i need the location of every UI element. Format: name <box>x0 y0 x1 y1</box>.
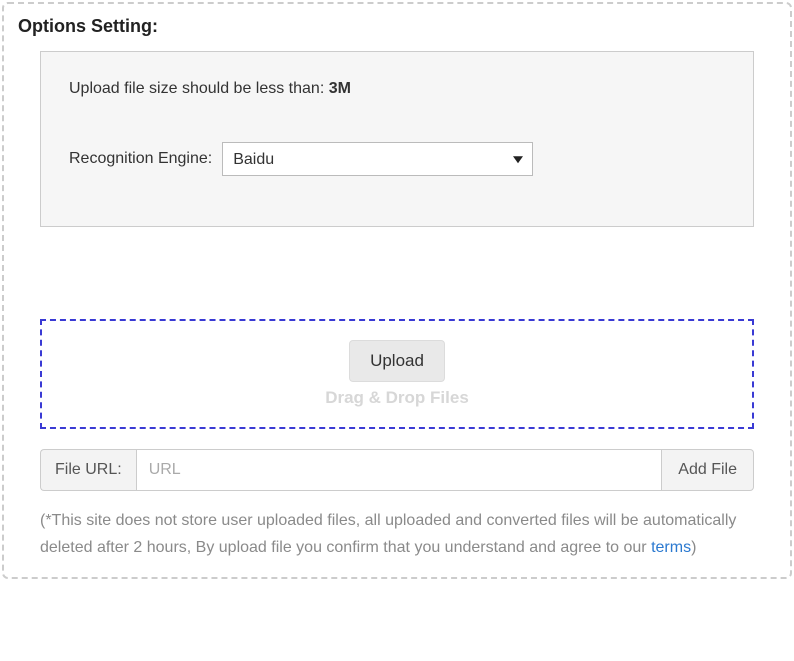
recognition-engine-select[interactable]: Baidu <box>222 142 533 176</box>
disclaimer-after: ) <box>691 539 696 556</box>
disclaimer-before: (*This site does not store user uploaded… <box>40 512 736 556</box>
recognition-engine-select-wrap: Baidu <box>222 142 533 176</box>
recognition-engine-label: Recognition Engine: <box>69 150 212 168</box>
section-title: Options Setting: <box>18 16 776 37</box>
file-url-input[interactable] <box>136 449 663 491</box>
options-panel: Upload file size should be less than: 3M… <box>40 51 754 227</box>
disclaimer-text: (*This site does not store user uploaded… <box>40 507 754 561</box>
recognition-engine-row: Recognition Engine: Baidu <box>69 142 725 176</box>
file-drop-zone[interactable]: Upload Drag & Drop Files <box>40 319 754 429</box>
terms-link[interactable]: terms <box>651 539 691 556</box>
upload-size-note: Upload file size should be less than: 3M <box>69 80 725 98</box>
upload-note-prefix: Upload file size should be less than: <box>69 80 329 97</box>
file-url-label: File URL: <box>40 449 136 491</box>
options-setting-container: Options Setting: Upload file size should… <box>2 2 792 579</box>
upload-button[interactable]: Upload <box>349 340 445 382</box>
add-file-button[interactable]: Add File <box>662 449 754 491</box>
drop-hint: Drag & Drop Files <box>325 388 469 408</box>
upload-size-limit: 3M <box>329 80 351 97</box>
file-url-row: File URL: Add File <box>40 449 754 491</box>
